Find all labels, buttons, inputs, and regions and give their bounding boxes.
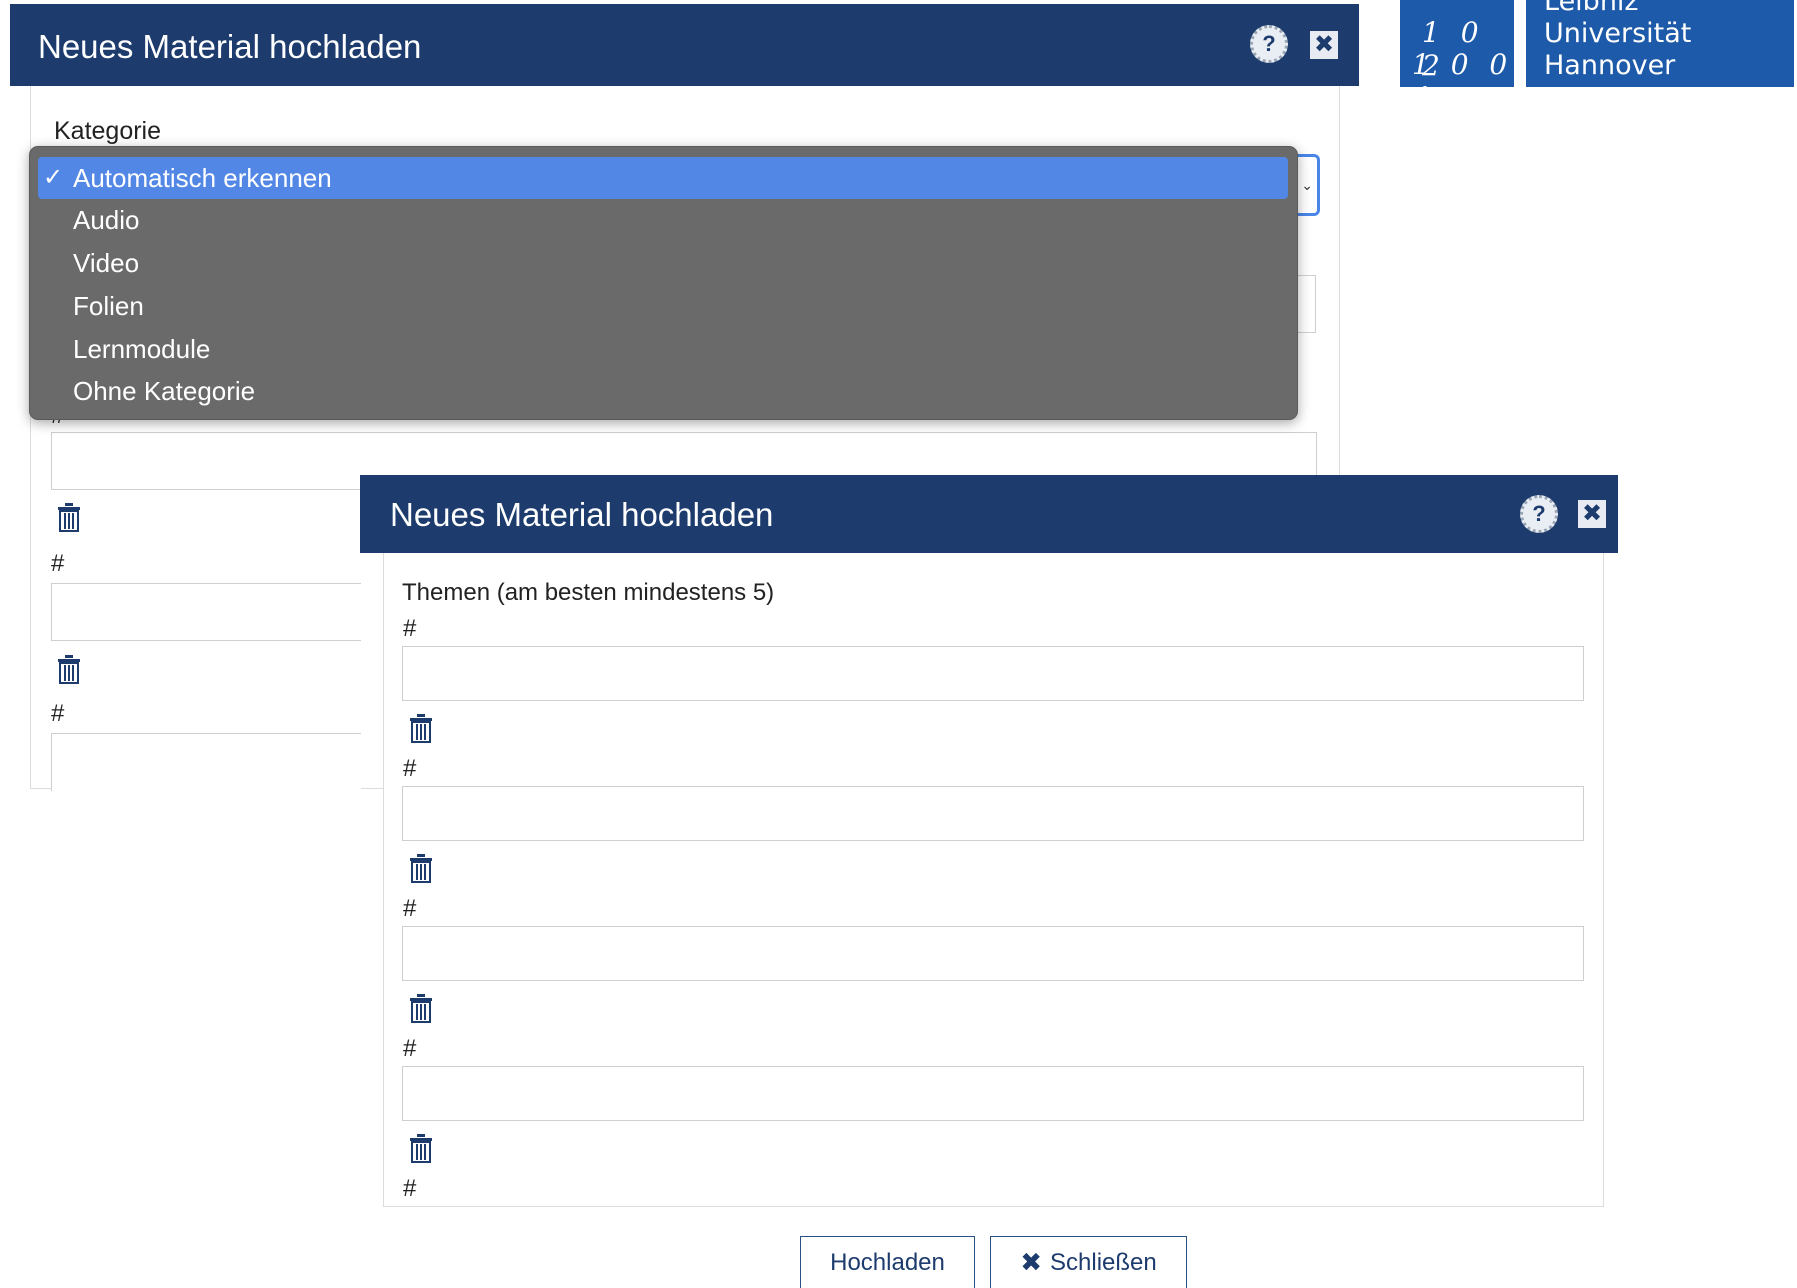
topics-label: Themen (am besten mindestens 5)	[402, 579, 775, 606]
trash-icon	[410, 1134, 432, 1163]
hash-label: #	[403, 895, 417, 922]
hash-label: #	[403, 1035, 417, 1062]
university-logo: 1 0 2 1 0 0 4 Leibniz Universität Hannov…	[1400, 0, 1794, 114]
logo-line-3: Hannover	[1544, 50, 1676, 81]
logo-digits-row2: 1 0 0 4	[1412, 48, 1514, 114]
hash-label: #	[51, 550, 65, 577]
help-button-front[interactable]: ?	[1520, 495, 1558, 533]
hash-label: #	[403, 615, 417, 642]
upload-button[interactable]: Hochladen	[800, 1236, 975, 1288]
dropdown-option-auto[interactable]: ✓ Automatisch erkennen	[38, 157, 1288, 199]
topic-input-back-2[interactable]	[51, 583, 361, 641]
close-icon: ✖	[1310, 31, 1338, 59]
dialog-title-front: Neues Material hochladen	[390, 496, 774, 533]
topic-input-3[interactable]	[402, 926, 1584, 981]
option-label: Ohne Kategorie	[73, 376, 256, 406]
trash-icon	[58, 655, 80, 684]
close-button-front[interactable]: ✖	[1578, 500, 1606, 528]
topic-input-4[interactable]	[402, 1066, 1584, 1121]
dialog-title-back: Neues Material hochladen	[38, 28, 422, 65]
close-button-back[interactable]: ✖	[1310, 31, 1338, 59]
logo-line-1: Leibniz	[1544, 0, 1639, 17]
logo-mark: 1 0 2 1 0 0 4	[1400, 0, 1514, 114]
help-icon: ?	[1520, 495, 1558, 533]
trash-icon	[410, 854, 432, 883]
topic-input-back-3[interactable]	[51, 733, 361, 791]
dialog-header-front: Neues Material hochladen ? ✖	[360, 475, 1618, 553]
hash-label: #	[403, 755, 417, 782]
close-icon: ✖	[1020, 1247, 1043, 1277]
hash-label: #	[51, 700, 65, 727]
dropdown-option-lernmodule[interactable]: Lernmodule	[30, 328, 1297, 370]
close-button-label: Schließen	[1050, 1248, 1157, 1276]
help-icon: ?	[1250, 25, 1288, 63]
category-label: Kategorie	[54, 117, 162, 145]
dropdown-option-video[interactable]: Video	[30, 242, 1297, 284]
dropdown-option-folien[interactable]: Folien	[30, 285, 1297, 327]
option-label: Audio	[73, 205, 140, 235]
category-dropdown-list: ✓ Automatisch erkennen Audio Video Folie…	[29, 146, 1298, 420]
close-dialog-button[interactable]: ✖ Schließen	[990, 1236, 1187, 1288]
topic-input-2[interactable]	[402, 786, 1584, 841]
trash-icon	[410, 994, 432, 1023]
help-button-back[interactable]: ?	[1250, 25, 1288, 63]
dropdown-option-ohne-kategorie[interactable]: Ohne Kategorie	[30, 370, 1297, 412]
delete-topic-button-4[interactable]	[409, 1133, 433, 1163]
delete-topic-button-back-2[interactable]	[57, 654, 81, 684]
delete-topic-button-1[interactable]	[409, 713, 433, 743]
close-icon: ✖	[1578, 500, 1606, 528]
upload-button-label: Hochladen	[830, 1248, 945, 1276]
option-label: Automatisch erkennen	[73, 163, 332, 193]
logo-wordmark: Leibniz Universität Hannover	[1526, 0, 1794, 87]
logo-line-2: Universität	[1544, 18, 1692, 49]
option-label: Folien	[73, 291, 144, 321]
delete-topic-button-2[interactable]	[409, 853, 433, 883]
dropdown-option-audio[interactable]: Audio	[30, 199, 1297, 241]
dialog-body-front: Themen (am besten mindestens 5) # # # # …	[383, 553, 1604, 1207]
hash-label: #	[403, 1175, 417, 1202]
check-icon: ✓	[43, 164, 64, 191]
trash-icon	[410, 714, 432, 743]
topic-input-1[interactable]	[402, 646, 1584, 701]
dialog-header-back: Neues Material hochladen ? ✖	[10, 4, 1359, 86]
trash-icon	[58, 503, 80, 532]
option-label: Video	[73, 248, 140, 278]
delete-topic-button-back-1[interactable]	[57, 502, 81, 532]
delete-topic-button-3[interactable]	[409, 993, 433, 1023]
option-label: Lernmodule	[73, 334, 211, 364]
